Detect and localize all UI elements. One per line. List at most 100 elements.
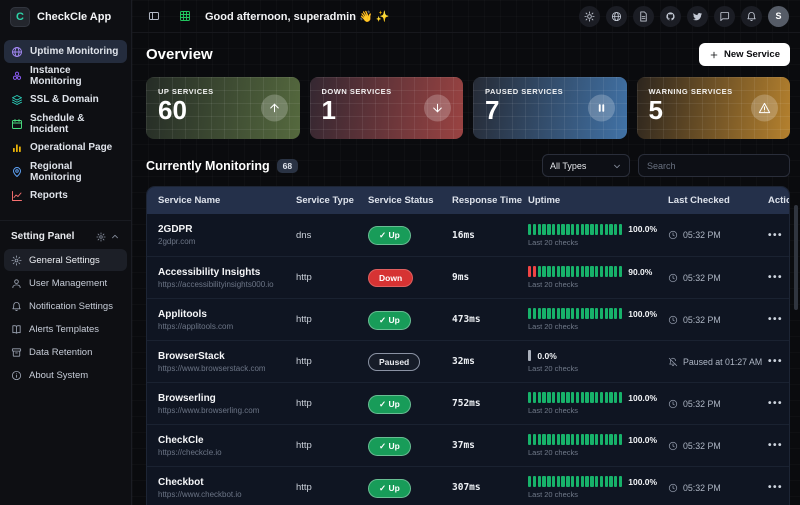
column-header-response-time: Response Time <box>452 195 528 206</box>
globe-icon <box>611 11 622 22</box>
stat-card-warning-services[interactable]: WARNING SERVICES5 <box>637 77 791 139</box>
last-checked: 05:32 PM <box>668 230 768 240</box>
info-icon <box>11 370 22 381</box>
table-row-accessibility-insights[interactable]: Accessibility Insightshttps://accessibil… <box>147 256 789 298</box>
search-input[interactable] <box>638 154 790 177</box>
table-row-checkcle[interactable]: CheckClehttps://checkcle.iohttp✓ Up37ms1… <box>147 424 789 466</box>
last-checked-time: 05:32 PM <box>683 273 721 283</box>
settings-item-general-settings[interactable]: General Settings <box>4 249 127 271</box>
service-url: https://applitools.com <box>158 322 296 331</box>
page-content: Overview New Service UP SERVICES60DOWN S… <box>132 33 800 505</box>
row-actions-menu[interactable]: ••• <box>768 356 783 367</box>
table-row-browserstack[interactable]: BrowserStackhttps://www.browserstack.com… <box>147 340 789 382</box>
column-header-actions: Actions <box>768 195 790 206</box>
status-badge[interactable]: ✓ Up <box>368 437 411 456</box>
stat-card-up-services[interactable]: UP SERVICES60 <box>146 77 300 139</box>
settings-item-label: About System <box>29 370 88 381</box>
stat-card-down-services[interactable]: DOWN SERVICES1 <box>310 77 464 139</box>
settings-item-data-retention[interactable]: Data Retention <box>4 341 127 363</box>
github-icon <box>665 11 676 22</box>
status-badge[interactable]: ✓ Up <box>368 226 411 245</box>
gear-icon <box>11 255 22 266</box>
file-button[interactable] <box>633 6 654 27</box>
bell-icon <box>746 11 757 22</box>
user-avatar[interactable]: S <box>768 6 789 27</box>
new-service-button[interactable]: New Service <box>699 43 790 66</box>
clock-icon <box>668 441 678 451</box>
sidebar-item-ssl-domain[interactable]: SSL & Domain <box>4 88 127 111</box>
row-actions-menu[interactable]: ••• <box>768 482 783 493</box>
clock-icon <box>668 273 678 283</box>
uptime-bars <box>528 392 622 403</box>
response-time: 473ms <box>452 314 528 325</box>
sidebar-item-regional-monitoring[interactable]: Regional Monitoring <box>4 160 127 183</box>
status-badge[interactable]: ✓ Up <box>368 479 411 498</box>
sidebar-item-schedule-incident[interactable]: Schedule & Incident <box>4 112 127 135</box>
row-actions-menu[interactable]: ••• <box>768 230 783 241</box>
sidebar-collapse-button[interactable] <box>143 5 165 27</box>
scrollbar-thumb[interactable] <box>794 205 798 310</box>
settings-panel-toggle[interactable] <box>96 232 120 242</box>
row-actions-menu[interactable]: ••• <box>768 398 783 409</box>
uptime-cell: 100.0%Last 20 checks <box>528 476 668 499</box>
bell-button[interactable] <box>741 6 762 27</box>
column-header-service-status: Service Status <box>368 195 452 206</box>
row-actions-menu[interactable]: ••• <box>768 440 783 451</box>
apps-grid-button[interactable] <box>174 5 196 27</box>
stat-card-icon-circle <box>261 95 288 122</box>
table-row-2gdpr[interactable]: 2GDPR2gdpr.comdns✓ Up16ms100.0%Last 20 c… <box>147 214 789 256</box>
response-time: 9ms <box>452 272 528 283</box>
uptime-percentage: 100.0% <box>628 435 657 445</box>
sidebar-item-reports[interactable]: Reports <box>4 184 127 207</box>
gear-icon <box>96 232 106 242</box>
twitter-button[interactable] <box>687 6 708 27</box>
sidebar-item-uptime-monitoring[interactable]: Uptime Monitoring <box>4 40 127 63</box>
monitoring-count-badge: 68 <box>277 159 298 173</box>
settings-item-notification-settings[interactable]: Notification Settings <box>4 295 127 317</box>
sidebar-item-operational-page[interactable]: Operational Page <box>4 136 127 159</box>
service-url: https://www.checkbot.io <box>158 490 296 499</box>
app-logo[interactable]: C CheckCle App <box>0 0 131 34</box>
stat-card-paused-services[interactable]: PAUSED SERVICES7 <box>473 77 627 139</box>
checks-label: Last 20 checks <box>528 238 668 247</box>
table-row-applitools[interactable]: Applitoolshttps://applitools.comhttp✓ Up… <box>147 298 789 340</box>
last-checked-time: Paused at 01:27 AM <box>683 357 762 367</box>
file-icon <box>638 11 649 22</box>
settings-item-label: Alerts Templates <box>29 324 99 335</box>
main-area: Good afternoon, superadmin 👋 ✨ S Overvie… <box>132 0 800 505</box>
row-actions-menu[interactable]: ••• <box>768 314 783 325</box>
last-checked-time: 05:32 PM <box>683 441 721 451</box>
service-url: https://www.browserstack.com <box>158 364 296 373</box>
settings-item-alerts-templates[interactable]: Alerts Templates <box>4 318 127 340</box>
uptime-percentage: 100.0% <box>628 309 657 319</box>
status-badge[interactable]: Paused <box>368 353 420 371</box>
status-badge[interactable]: ✓ Up <box>368 395 411 414</box>
sun-button[interactable] <box>579 6 600 27</box>
response-time: 16ms <box>452 230 528 241</box>
type-filter-select[interactable]: All Types <box>542 154 630 177</box>
settings-item-label: General Settings <box>29 255 100 266</box>
arrow-down-icon <box>431 102 444 115</box>
status-badge[interactable]: Down <box>368 269 413 287</box>
uptime-bars <box>528 224 622 235</box>
service-url: https://checkcle.io <box>158 448 296 457</box>
globe-button[interactable] <box>606 6 627 27</box>
settings-item-about-system[interactable]: About System <box>4 364 127 386</box>
sidebar-item-instance-monitoring[interactable]: Instance Monitoring <box>4 64 127 87</box>
table-row-browserling[interactable]: Browserlinghttps://www.browserling.comht… <box>147 382 789 424</box>
settings-item-user-management[interactable]: User Management <box>4 272 127 294</box>
github-button[interactable] <box>660 6 681 27</box>
clock-icon <box>668 230 678 240</box>
column-header-uptime: Uptime <box>528 195 668 206</box>
chevron-down-icon <box>612 161 622 171</box>
table-row-checkbot[interactable]: Checkbothttps://www.checkbot.iohttp✓ Up3… <box>147 466 789 505</box>
status-badge[interactable]: ✓ Up <box>368 311 411 330</box>
chat-button[interactable] <box>714 6 735 27</box>
service-name: Accessibility Insights <box>158 267 296 278</box>
uptime-cell: 90.0%Last 20 checks <box>528 266 668 289</box>
page-title: Overview <box>146 46 213 63</box>
row-actions-menu[interactable]: ••• <box>768 272 783 283</box>
last-checked-time: 05:32 PM <box>683 483 721 493</box>
service-name: Browserling <box>158 393 296 404</box>
chart-line-icon <box>11 190 23 202</box>
